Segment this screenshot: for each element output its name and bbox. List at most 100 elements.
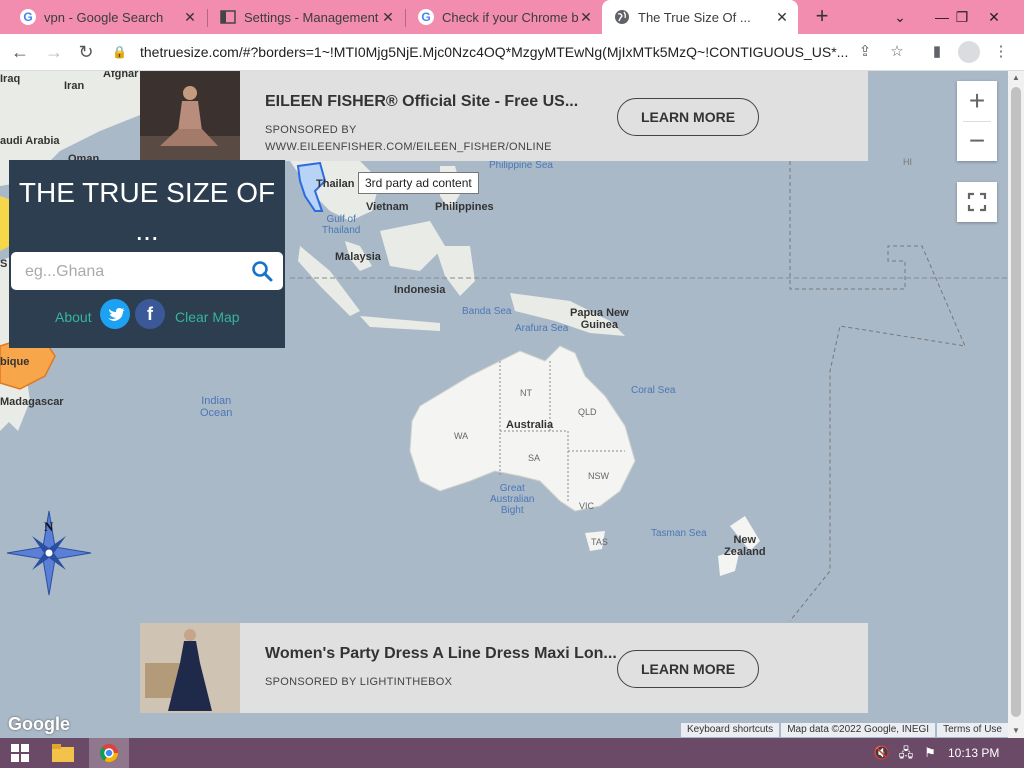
keyboard-shortcuts-link[interactable]: Keyboard shortcuts: [681, 723, 780, 737]
true-size-panel: THE TRUE SIZE OF ... About f Clear Map: [9, 160, 285, 348]
ad-title[interactable]: EILEEN FISHER® Official Site - Free US..…: [265, 93, 578, 111]
map-label-nsw: NSW: [588, 471, 609, 481]
share-icon[interactable]: ⇪: [854, 41, 876, 63]
notification-icon[interactable]: ⚑: [920, 738, 940, 768]
fullscreen-button[interactable]: [957, 182, 997, 222]
map-label-thailand: Thailan: [316, 178, 355, 190]
map-label-gulf-of-thailand: Gulf of Thailand: [322, 214, 361, 236]
url-text: thetruesize.com/#?borders=1~!MTI0Mjg5NjE…: [140, 44, 849, 60]
page-scrollbar[interactable]: ▲ ▼: [1008, 71, 1024, 738]
map-label-sa: SA: [528, 453, 541, 463]
terms-of-use-link[interactable]: Terms of Use: [937, 723, 1008, 737]
lock-icon: 🔒: [112, 45, 127, 59]
country-search-box[interactable]: [11, 252, 283, 290]
tab-title: The True Size Of ...: [638, 9, 751, 25]
tab-settings-management[interactable]: Settings - Management ✕: [208, 0, 404, 34]
tab-check-chrome[interactable]: G Check if your Chrome br ✕: [406, 0, 602, 34]
new-tab-button[interactable]: +: [810, 5, 834, 29]
map-viewport[interactable]: Iraq Iran Afghar audi Arabia Oman S Thai…: [0, 71, 1008, 738]
fullscreen-icon: [967, 192, 987, 212]
ad-tooltip: 3rd party ad content: [358, 172, 479, 194]
close-tab-icon[interactable]: ✕: [380, 9, 396, 26]
reload-button[interactable]: ↻: [74, 40, 98, 64]
ad-title[interactable]: Women's Party Dress A Line Dress Maxi Lo…: [265, 645, 617, 663]
bookmark-star-icon[interactable]: ☆: [886, 41, 908, 63]
map-label-iraq: Iraq: [0, 73, 21, 85]
file-explorer-icon[interactable]: [50, 738, 76, 768]
scroll-up-arrow-icon[interactable]: ▲: [1008, 71, 1024, 85]
forward-button[interactable]: →: [42, 40, 66, 64]
map-label-coral-sea: Coral Sea: [631, 385, 676, 396]
map-label-wa: WA: [454, 431, 469, 441]
zoom-in-button[interactable]: +: [957, 81, 997, 121]
map-label-great-australian-bight: Great Australian Bight: [490, 483, 535, 516]
panel-title: THE TRUE SIZE OF ...: [18, 177, 276, 246]
address-bar[interactable]: 🔒 thetruesize.com/#?borders=1~!MTI0Mjg5N…: [112, 36, 852, 68]
google-icon: G: [20, 9, 36, 25]
close-tab-icon[interactable]: ✕: [774, 9, 790, 26]
browser-toolbar: ← → ↻ 🔒 thetruesize.com/#?borders=1~!MTI…: [0, 34, 1024, 71]
search-icon[interactable]: [251, 260, 273, 282]
map-label-iran: Iran: [64, 80, 85, 92]
facebook-icon[interactable]: f: [135, 299, 165, 329]
map-label-philippine-sea: Philippine Sea: [489, 160, 553, 171]
about-link[interactable]: About: [55, 309, 92, 325]
settings-page-icon: [220, 10, 236, 24]
map-label-vic: VIC: [579, 501, 595, 511]
menu-kebab-icon[interactable]: ⋮: [990, 41, 1012, 63]
chrome-taskbar-icon[interactable]: [89, 738, 129, 768]
volume-muted-icon[interactable]: 🔇: [872, 738, 892, 768]
tab-title: vpn - Google Search: [44, 9, 164, 25]
map-label-madagascar: Madagascar: [0, 396, 64, 408]
network-icon[interactable]: 🖧: [896, 738, 916, 768]
map-label-indonesia: Indonesia: [394, 284, 446, 296]
close-tab-icon[interactable]: ✕: [182, 9, 198, 26]
close-window-button[interactable]: ✕: [976, 0, 1012, 34]
twitter-icon[interactable]: [100, 299, 130, 329]
map-label-new-zealand: New Zealand: [724, 534, 766, 558]
learn-more-button[interactable]: LEARN MORE: [617, 98, 759, 136]
side-panel-icon[interactable]: ▮: [926, 41, 948, 63]
map-label-malaysia: Malaysia: [335, 251, 381, 263]
learn-more-button[interactable]: LEARN MORE: [617, 650, 759, 688]
clear-map-link[interactable]: Clear Map: [175, 309, 240, 325]
tab-vpn-search[interactable]: G vpn - Google Search ✕: [0, 0, 206, 34]
start-windows-icon[interactable]: [8, 738, 32, 768]
map-label-saudi-arabia: audi Arabia: [0, 135, 60, 147]
close-tab-icon[interactable]: ✕: [578, 8, 594, 26]
map-attribution: Keyboard shortcuts Map data ©2022 Google…: [679, 723, 1008, 737]
country-search-input[interactable]: [23, 258, 247, 286]
map-label-banda-sea: Banda Sea: [462, 306, 512, 317]
map-label-mozambique: bique: [0, 356, 30, 368]
map-data-credit: Map data ©2022 Google, INEGI: [781, 723, 936, 737]
zoom-control: + −: [957, 81, 997, 161]
ad-image-woman-seated: [140, 71, 240, 161]
map-label-qld: QLD: [578, 407, 597, 417]
map-label-tas: TAS: [591, 537, 608, 547]
back-button[interactable]: ←: [8, 40, 32, 64]
map-label-arafura-sea: Arafura Sea: [515, 323, 569, 334]
ad-image-dress: [140, 623, 240, 713]
zoom-out-button[interactable]: −: [957, 121, 997, 161]
google-icon: G: [418, 9, 434, 25]
ad-banner-top[interactable]: EILEEN FISHER® Official Site - Free US..…: [140, 71, 868, 161]
taskbar-clock[interactable]: 10:13 PM: [948, 738, 999, 768]
ad-banner-bottom[interactable]: Women's Party Dress A Line Dress Maxi Lo…: [140, 623, 868, 713]
map-label-nt: NT: [520, 388, 532, 398]
map-label-philippines: Philippines: [435, 201, 494, 213]
google-logo: Google: [8, 714, 70, 734]
map-label-papua-new-guinea: Papua New Guinea: [570, 307, 629, 331]
ad-sponsor-label: SPONSORED BY: [265, 124, 357, 136]
scrollbar-thumb[interactable]: [1011, 87, 1021, 717]
scroll-down-arrow-icon[interactable]: ▼: [1008, 724, 1024, 738]
map-label-afghanistan: Afghar: [103, 71, 139, 80]
ad-sponsor-label: SPONSORED BY LIGHTINTHEBOX: [265, 676, 453, 688]
profile-avatar[interactable]: [958, 41, 980, 63]
tab-true-size[interactable]: The True Size Of ... ✕: [602, 0, 798, 34]
map-label-vietnam: Vietnam: [366, 201, 409, 213]
map-label-s-partial: S: [0, 258, 8, 270]
restore-button[interactable]: ❐: [944, 0, 980, 34]
tab-search-chevron-icon[interactable]: ⌄: [882, 0, 918, 34]
tab-title: Check if your Chrome br: [442, 9, 578, 25]
tab-strip: G vpn - Google Search ✕ Settings - Manag…: [0, 0, 1024, 34]
